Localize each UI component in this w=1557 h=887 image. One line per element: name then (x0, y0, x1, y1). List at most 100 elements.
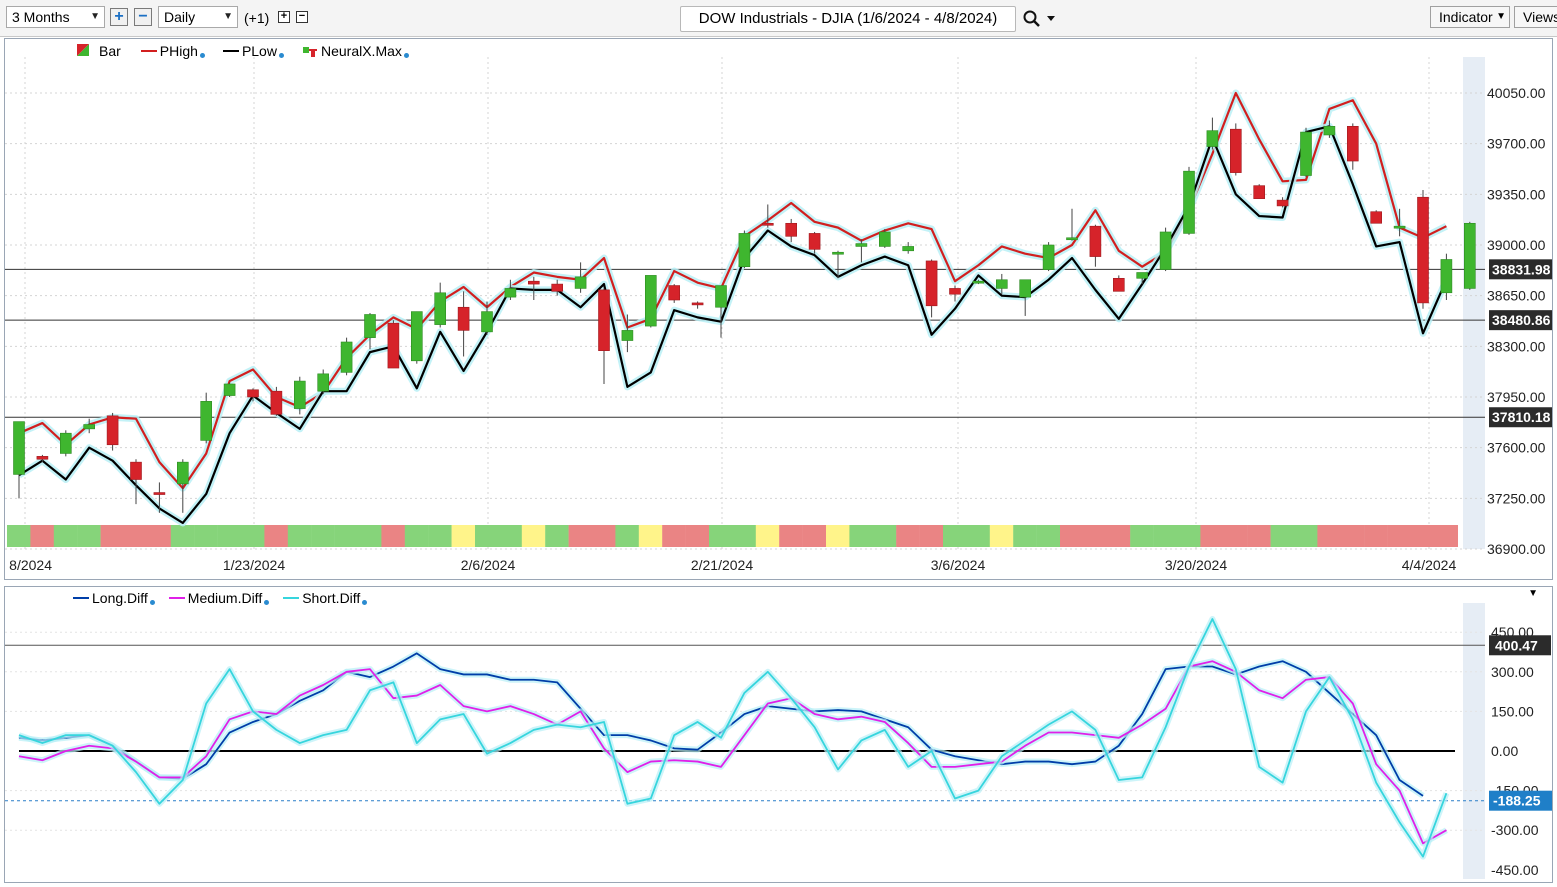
diff-chart[interactable]: 450.00300.00150.000.00-150.00-300.00-450… (5, 587, 1552, 882)
y-tick-label: 39700.00 (1487, 136, 1546, 152)
candle-body (574, 276, 587, 289)
search-button[interactable] (1022, 9, 1058, 29)
settings-dot-icon[interactable] (278, 52, 284, 58)
regime-band-cell (451, 525, 476, 547)
regime-band-cell (545, 525, 569, 547)
candle-body (972, 280, 985, 284)
candle-body (949, 288, 961, 295)
regime-band-cell (7, 525, 31, 547)
price-panel: 40050.00 39700.00 39350.00 39000.00 38650.00… (4, 38, 1553, 580)
regime-band-cell (989, 525, 1014, 547)
legend-bar[interactable]: Bar (75, 43, 121, 59)
regime-band-cell (662, 525, 686, 547)
x-tick-label: 3/20/2024 (1165, 557, 1227, 573)
regime-band-cell (311, 525, 335, 547)
regime-band-cell (1411, 525, 1435, 547)
settings-dot-icon[interactable] (264, 599, 270, 605)
legend-plow[interactable]: PLow (222, 43, 284, 59)
regime-band-cell (826, 525, 850, 547)
candle-body (1323, 125, 1336, 136)
search-icon (1023, 10, 1055, 27)
regime-band-cell (475, 525, 499, 547)
legend-long[interactable]: Long.Diff (73, 590, 155, 606)
views-button[interactable]: Views (1514, 6, 1557, 28)
settings-dot-icon[interactable] (149, 599, 155, 605)
regime-band-cell (124, 525, 148, 547)
price-chart[interactable]: 40050.00 39700.00 39350.00 39000.00 38650.00… (5, 39, 1552, 579)
legend-phigh[interactable]: PHigh (140, 43, 205, 59)
candle-body (1136, 272, 1148, 279)
candle-body (1440, 259, 1453, 294)
interval-dropdown[interactable]: Daily ▼ (158, 6, 238, 28)
chevron-down-icon[interactable]: ▼ (1528, 588, 1538, 599)
regime-band-cell (1177, 525, 1201, 547)
candle-body (1230, 128, 1242, 173)
regime-band-cell (194, 525, 218, 547)
offset-minus-button[interactable]: − (296, 11, 308, 23)
chevron-down-icon: ▼ (223, 11, 233, 22)
regime-band-cell (802, 525, 827, 547)
x-tick-label: 2/6/2024 (461, 557, 516, 573)
candle-body (1347, 125, 1359, 162)
symbol-title-box[interactable]: DOW Industrials - DJIA (1/6/2024 - 4/8/2… (680, 6, 1016, 32)
settings-dot-icon[interactable] (362, 599, 368, 605)
candle-body (1393, 225, 1406, 229)
regime-band-cell (1013, 525, 1037, 547)
regime-band-cell (147, 525, 171, 547)
y-tick-label: 36900.00 (1487, 541, 1546, 557)
y-tick-label: -300.00 (1491, 822, 1539, 838)
regime-band-cell (1153, 525, 1178, 547)
series-glow (18, 616, 1450, 860)
regime-band-cell (755, 525, 780, 547)
regime-band-cell (966, 525, 990, 547)
regime-band-cell (1223, 525, 1248, 547)
candle-body (106, 415, 119, 446)
reference-label: 37810.18 (1492, 409, 1551, 425)
range-dropdown[interactable]: 3 Months ▼ (6, 6, 105, 28)
regime-band-cell (1106, 525, 1131, 547)
legend-neuralx[interactable]: NeuralX.Max (302, 43, 409, 59)
chevron-down-icon: ▼ (1496, 11, 1506, 22)
settings-dot-icon[interactable] (403, 52, 409, 58)
regime-band-cell (849, 525, 873, 547)
reference-label: 38831.98 (1492, 261, 1551, 277)
diff-panel: 450.00 300.00 150.00 0.00 -150.00 -300.00 -450… (4, 586, 1553, 883)
indicator-button[interactable]: Indicator ▼ (1430, 6, 1510, 28)
candle-body (504, 288, 517, 298)
legend-bar-label: Bar (99, 43, 121, 59)
views-label: Views (1523, 9, 1557, 25)
candle-body (1042, 244, 1055, 270)
regime-band-cell (170, 525, 195, 547)
regime-band-cell (53, 525, 78, 547)
legend-short-label: Short.Diff (302, 590, 361, 606)
zoom-in-button[interactable]: + (110, 8, 128, 26)
zoom-out-button[interactable]: − (134, 8, 152, 26)
legend-short[interactable]: Short.Diff (283, 590, 368, 606)
candle-body (36, 456, 49, 460)
settings-dot-icon[interactable] (199, 52, 205, 58)
chevron-down-icon: ▼ (90, 11, 100, 22)
regime-band-cell (592, 525, 616, 547)
x-tick-label: 3/6/2024 (931, 557, 986, 573)
regime-band-cell (1294, 525, 1318, 547)
line-cyan-icon (283, 597, 300, 599)
candle-body (878, 231, 891, 247)
y-tick-label: 38650.00 (1487, 288, 1546, 304)
bar-icon (302, 47, 317, 57)
regime-band-cell (568, 525, 593, 547)
minus-icon: − (138, 8, 148, 25)
candle-body (59, 432, 72, 454)
x-tick-label: 8/2024 (9, 557, 52, 573)
plus-icon: + (280, 10, 288, 22)
regime-band-cell (334, 525, 359, 547)
regime-band-cell (428, 525, 452, 547)
x-tick-label: 4/4/2024 (1402, 557, 1457, 573)
line-red-icon (140, 50, 157, 52)
regime-band-cell (919, 525, 944, 547)
legend-medium[interactable]: Medium.Diff (168, 590, 270, 606)
offset-plus-button[interactable]: + (278, 11, 290, 23)
candle-body (83, 424, 95, 430)
candle-body (1300, 131, 1312, 176)
regime-band-cell (100, 525, 125, 547)
candle-body (270, 390, 283, 415)
